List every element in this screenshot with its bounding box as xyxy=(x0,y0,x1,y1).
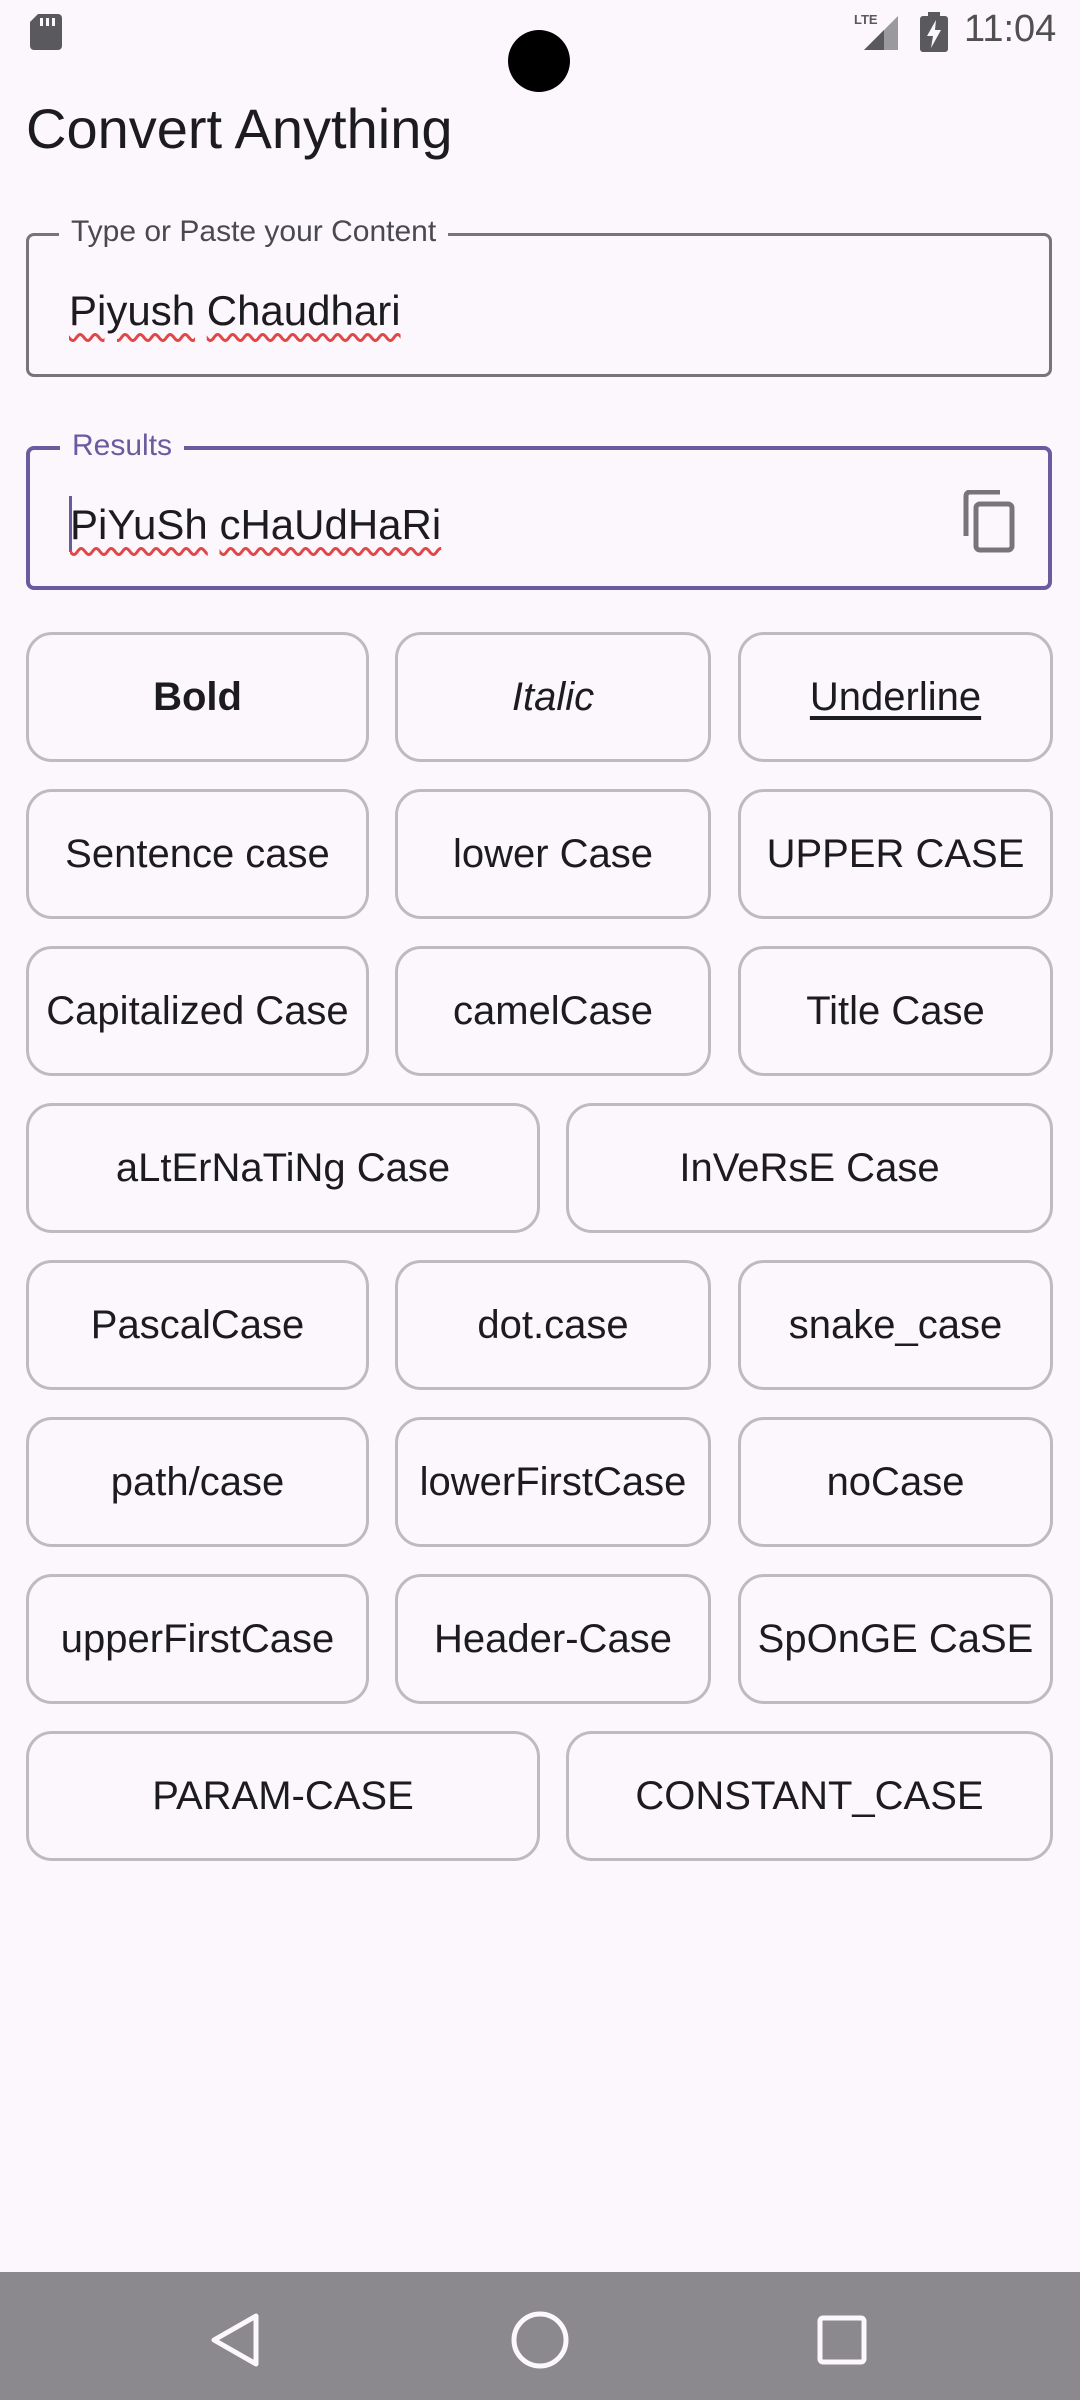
clock: 11:04 xyxy=(964,8,1057,50)
result-word: PiYuSh xyxy=(70,501,208,548)
page-title: Convert Anything xyxy=(26,97,453,160)
input-word: Piyush xyxy=(69,287,196,334)
dot-case-button[interactable]: dot.case xyxy=(395,1260,711,1390)
capitalized-case-button[interactable]: Capitalized Case xyxy=(26,946,369,1076)
sentence-case-button[interactable]: Sentence case xyxy=(26,789,369,919)
content-input-field[interactable]: Type or Paste your Content Piyush Chaudh… xyxy=(26,214,1052,377)
content-input-text[interactable]: Piyush Chaudhari xyxy=(69,284,401,338)
navigation-bar xyxy=(0,2272,1080,2400)
result-word: cHaUdHaRi xyxy=(219,501,442,548)
camel-case-button[interactable]: camelCase xyxy=(395,946,711,1076)
camera-cutout xyxy=(508,30,570,92)
results-text[interactable]: PiYuSh cHaUdHaRi xyxy=(70,498,441,552)
recents-icon[interactable] xyxy=(814,2312,870,2368)
no-case-button[interactable]: noCase xyxy=(738,1417,1053,1547)
content-input-label: Type or Paste your Content xyxy=(59,214,449,250)
upper-first-case-button[interactable]: upperFirstCase xyxy=(26,1574,369,1704)
sponge-case-button[interactable]: SpOnGE CaSE xyxy=(738,1574,1053,1704)
input-word: Chaudhari xyxy=(206,287,401,334)
param-case-button[interactable]: PARAM-CASE xyxy=(26,1731,540,1861)
copy-icon[interactable] xyxy=(960,490,1016,554)
lower-first-case-button[interactable]: lowerFirstCase xyxy=(395,1417,711,1547)
snake-case-button[interactable]: snake_case xyxy=(738,1260,1053,1390)
sd-card-icon xyxy=(30,14,62,50)
upper-case-button[interactable]: UPPER CASE xyxy=(738,789,1053,919)
pascal-case-button[interactable]: PascalCase xyxy=(26,1260,369,1390)
inverse-case-button[interactable]: InVeRsE Case xyxy=(566,1103,1053,1233)
results-field[interactable]: Results PiYuSh cHaUdHaRi xyxy=(26,428,1052,590)
constant-case-button[interactable]: CONSTANT_CASE xyxy=(566,1731,1053,1861)
results-label: Results xyxy=(60,428,185,464)
bold-button[interactable]: Bold xyxy=(26,632,369,762)
title-case-button[interactable]: Title Case xyxy=(738,946,1053,1076)
alternating-case-button[interactable]: aLtErNaTiNg Case xyxy=(26,1103,540,1233)
status-bar: LTE 11:04 xyxy=(0,0,1080,92)
italic-button[interactable]: Italic xyxy=(395,632,711,762)
lower-case-button[interactable]: lower Case xyxy=(395,789,711,919)
home-icon[interactable] xyxy=(508,2308,572,2372)
signal-icon: LTE xyxy=(854,12,898,50)
back-icon[interactable] xyxy=(206,2312,266,2368)
battery-charging-icon xyxy=(920,12,948,52)
header-case-button[interactable]: Header-Case xyxy=(395,1574,711,1704)
path-case-button[interactable]: path/case xyxy=(26,1417,369,1547)
network-type-label: LTE xyxy=(854,12,878,27)
underline-button[interactable]: Underline xyxy=(738,632,1053,762)
